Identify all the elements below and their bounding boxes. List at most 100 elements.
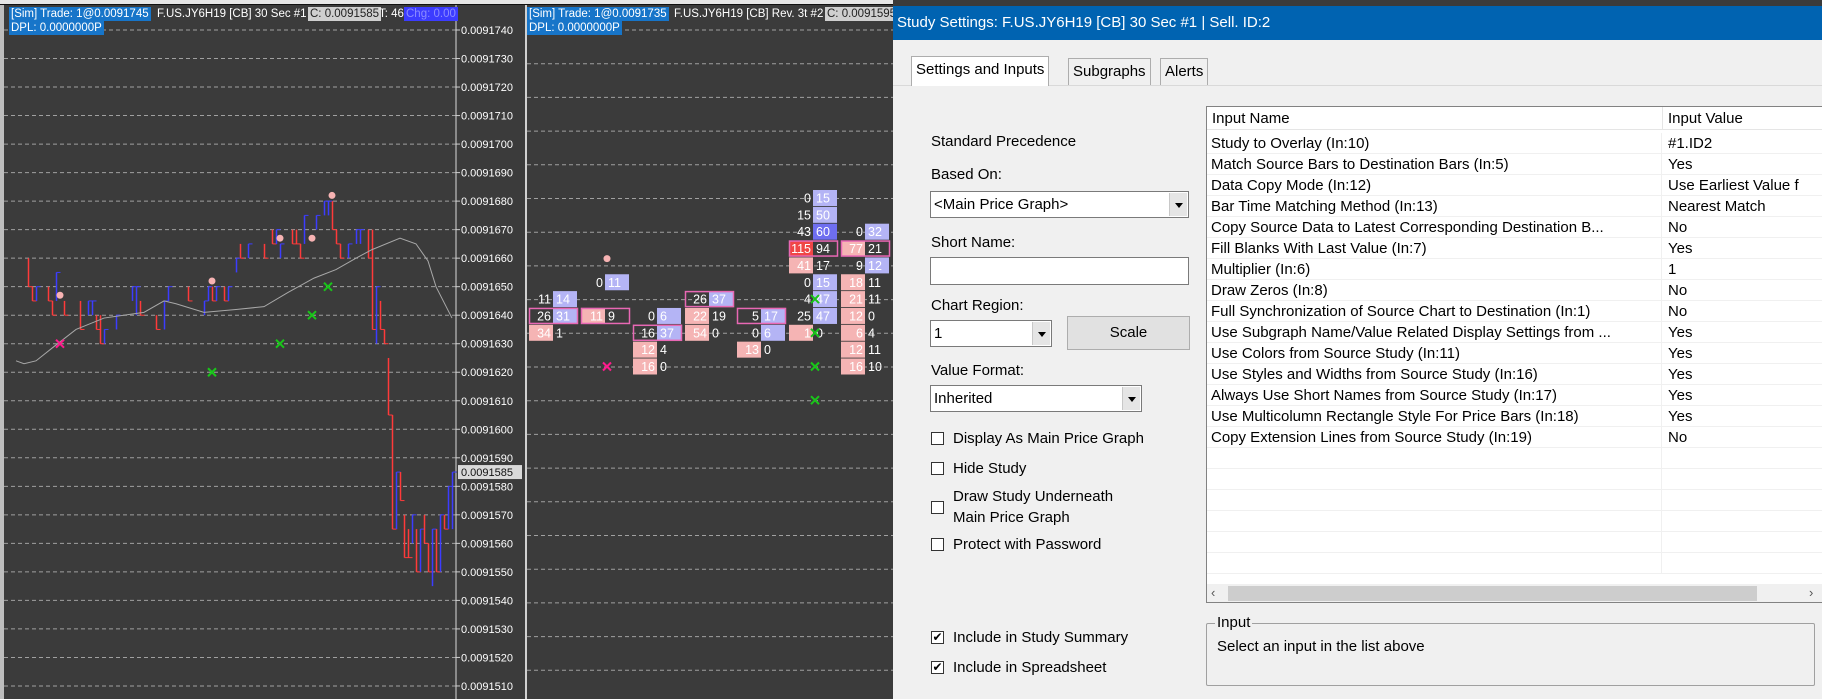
hide-study-checkbox[interactable] (931, 462, 944, 475)
input-name-cell (1207, 511, 1662, 532)
scroll-left-icon[interactable]: ‹ (1211, 585, 1215, 600)
input-name-cell: Study to Overlay (In:10) (1207, 133, 1662, 154)
price-chart-canvas[interactable]: 0.0091740 0.0091730 0.0091720 0.0091710 0.00… (4, 5, 524, 699)
include-in-study-summary-label[interactable]: Include in Study Summary (953, 629, 1128, 646)
table-row[interactable]: Full Synchronization of Source Chart to … (1207, 301, 1822, 322)
protect-with-password-checkbox[interactable] (931, 538, 944, 551)
footprint-chart-canvas[interactable]: 11 1426 3134 10 1111 9 0 616 3712 416 026 3722 1954 0… (527, 5, 893, 699)
bid-volume-text: 15 (797, 208, 811, 222)
tab-alerts[interactable]: Alerts (1160, 58, 1209, 85)
input-value-cell[interactable] (1663, 490, 1822, 511)
input-value-cell[interactable] (1663, 448, 1822, 469)
input-value-cell[interactable]: No (1663, 427, 1822, 448)
table-row[interactable]: Use Colors from Source Study (In:11) Yes (1207, 343, 1822, 364)
include-in-spreadsheet-checkbox[interactable]: ✔ (931, 661, 944, 674)
price-axis-label: 0.0091680 (461, 196, 513, 208)
price-axis-label: 0.0091520 (461, 652, 513, 664)
chart-region-select[interactable]: 1 (930, 320, 1052, 347)
input-value-cell[interactable]: No (1663, 280, 1822, 301)
input-value-cell[interactable]: Yes (1663, 364, 1822, 385)
input-value-cell[interactable]: Yes (1663, 238, 1822, 259)
input-name-cell: Use Multicolumn Rectangle Style For Pric… (1207, 406, 1662, 427)
chevron-down-icon[interactable] (1032, 322, 1050, 345)
table-row[interactable]: Draw Zeros (In:8) No (1207, 280, 1822, 301)
input-value-cell[interactable]: Yes (1663, 385, 1822, 406)
table-row[interactable]: Copy Source Data to Latest Corresponding… (1207, 217, 1822, 238)
column-header-input-name[interactable]: Input Name (1207, 107, 1663, 130)
draw-study-underneath-label-line2[interactable]: Main Price Graph (953, 509, 1070, 526)
display-as-main-price-graph-label[interactable]: Display As Main Price Graph (953, 430, 1144, 447)
input-value-cell[interactable] (1663, 532, 1822, 553)
price-axis-label: 0.0091650 (461, 282, 513, 294)
value-format-select[interactable]: Inherited (930, 385, 1142, 412)
tab-settings-and-inputs[interactable]: Settings and Inputs (911, 56, 1050, 86)
draw-study-underneath-label[interactable]: Draw Study Underneath (953, 488, 1113, 505)
table-row[interactable]: Multiplier (In:6) 1 (1207, 259, 1822, 280)
based-on-select[interactable]: <Main Price Graph> (930, 191, 1189, 218)
display-as-main-price-graph-checkbox[interactable] (931, 432, 944, 445)
table-row[interactable] (1207, 448, 1822, 469)
chart-region-value: 1 (934, 325, 943, 342)
column-header-input-value[interactable]: Input Value (1663, 107, 1822, 130)
table-row[interactable]: Use Subgraph Name/Value Related Display … (1207, 322, 1822, 343)
chevron-down-icon[interactable] (1169, 193, 1187, 216)
input-name-cell: Draw Zeros (In:8) (1207, 280, 1662, 301)
signal-dot (603, 255, 611, 263)
hide-study-label[interactable]: Hide Study (953, 460, 1026, 477)
protect-with-password-label[interactable]: Protect with Password (953, 536, 1101, 553)
input-value-cell[interactable]: No (1663, 301, 1822, 322)
input-value-cell[interactable]: Yes (1663, 406, 1822, 427)
table-row[interactable] (1207, 553, 1822, 574)
price-axis-label: 0.0091630 (461, 339, 513, 351)
short-name-input[interactable] (930, 257, 1189, 285)
price-axis-label: 0.0091580 (461, 481, 513, 493)
input-value-cell[interactable] (1663, 553, 1822, 574)
inputs-table[interactable]: Input Name Input Value Study to Overlay … (1206, 106, 1822, 603)
scale-button[interactable]: Scale (1067, 316, 1190, 350)
input-value-cell[interactable]: No (1663, 217, 1822, 238)
table-row[interactable]: Use Styles and Widths from Source Study … (1207, 364, 1822, 385)
input-value-cell[interactable]: Yes (1663, 154, 1822, 175)
input-value-cell[interactable]: Yes (1663, 343, 1822, 364)
table-row[interactable]: Fill Blanks With Last Value (In:7) Yes (1207, 238, 1822, 259)
input-value-cell[interactable]: Nearest Match (1663, 196, 1822, 217)
table-row[interactable]: Data Copy Mode (In:12) Use Earliest Value… (1207, 175, 1822, 196)
input-value-cell[interactable]: #1.ID2 (1663, 133, 1822, 154)
table-row[interactable]: Use Multicolumn Rectangle Style For Pric… (1207, 406, 1822, 427)
chart-symbol: F.US.JY6H19 [CB] Rev. 3t #2 (674, 8, 824, 20)
table-row[interactable]: Always Use Short Names from Source Study… (1207, 385, 1822, 406)
include-in-spreadsheet-label[interactable]: Include in Spreadsheet (953, 659, 1106, 676)
input-value-cell[interactable]: Use Earliest Value f (1663, 175, 1822, 196)
input-value-cell[interactable]: 1 (1663, 259, 1822, 280)
inputs-table-header: Input Name Input Value (1207, 107, 1822, 130)
scroll-right-icon[interactable]: › (1809, 585, 1813, 600)
ask-volume-text: 6 (660, 309, 667, 323)
table-row[interactable]: Bar Time Matching Method (In:13) Nearest … (1207, 196, 1822, 217)
price-chart-30sec[interactable]: 0.0091740 0.0091730 0.0091720 0.0091710 0.00… (0, 5, 524, 699)
bid-volume-text: 1 (804, 326, 811, 340)
chevron-down-icon[interactable] (1122, 387, 1140, 410)
table-row[interactable]: Study to Overlay (In:10) #1.ID2 (1207, 133, 1822, 154)
scrollbar-thumb[interactable] (1228, 586, 1757, 601)
bid-volume-text: 0 (596, 276, 603, 290)
ask-volume-text: 17 (764, 309, 778, 323)
input-value-cell[interactable]: Yes (1663, 322, 1822, 343)
tab-subgraphs[interactable]: Subgraphs (1068, 58, 1151, 85)
table-row[interactable] (1207, 490, 1822, 511)
table-row[interactable] (1207, 532, 1822, 553)
include-in-study-summary-checkbox[interactable]: ✔ (931, 631, 944, 644)
ask-volume-text: 15 (816, 276, 830, 290)
table-row[interactable]: Copy Extension Lines from Source Study (… (1207, 427, 1822, 448)
footprint-chart-rev3t[interactable]: 11 14 26 31 34 1 0 11 11 9 0 6 16 37 12 4 16 0 26 37 22 19 54 0… (525, 5, 893, 699)
table-row[interactable]: Match Source Bars to Destination Bars (I… (1207, 154, 1822, 175)
input-value-cell[interactable] (1663, 469, 1822, 490)
table-row[interactable] (1207, 469, 1822, 490)
table-row[interactable] (1207, 511, 1822, 532)
ask-volume-text: 1 (556, 326, 563, 340)
horizontal-scrollbar[interactable]: ‹ › (1207, 584, 1822, 602)
input-name-cell: Always Use Short Names from Source Study… (1207, 385, 1662, 406)
input-value-cell[interactable] (1663, 511, 1822, 532)
draw-study-underneath-checkbox[interactable] (931, 501, 944, 514)
dialog-title-bar[interactable]: Study Settings: F.US.JY6H19 [CB] 30 Sec … (893, 6, 1822, 40)
bid-volume-text: 12 (641, 343, 655, 357)
